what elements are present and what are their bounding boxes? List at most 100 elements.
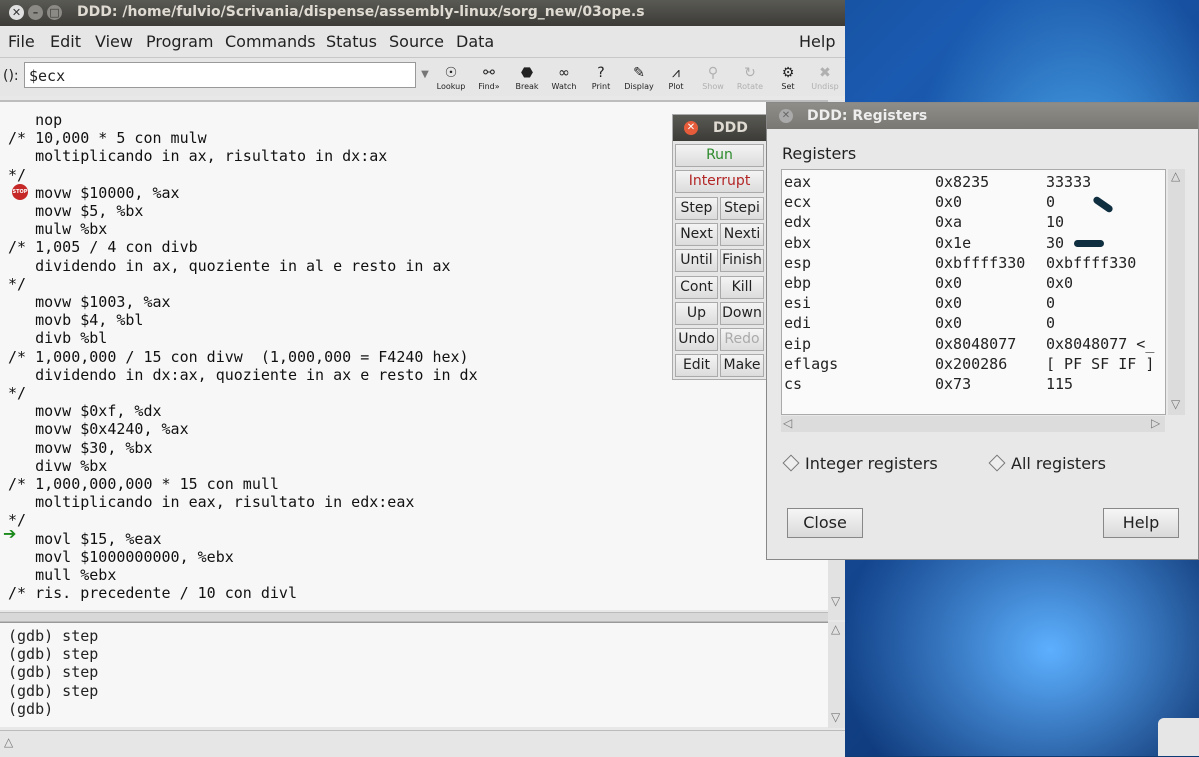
menu-view[interactable]: View [95, 32, 133, 51]
finish-button[interactable]: Finish [720, 249, 764, 273]
source-line[interactable]: movw $0x4240, %ax [8, 420, 189, 438]
source-line[interactable]: /* 1,000,000 / 15 con divw (1,000,000 = … [8, 348, 469, 366]
find-button[interactable]: ⚯ Find» [470, 64, 508, 94]
lookup-button[interactable]: ☉ Lookup [432, 64, 470, 94]
scroll-left-icon[interactable]: ◁ [783, 416, 792, 430]
scroll-up-icon[interactable]: △ [831, 622, 840, 636]
make-button[interactable]: Make [720, 354, 764, 378]
register-row[interactable]: edx 0xa 10 [784, 212, 1164, 232]
until-button[interactable]: Until [675, 249, 718, 273]
register-row[interactable]: esi 0x0 0 [784, 293, 1164, 313]
up-button[interactable]: Up [675, 301, 718, 325]
scroll-down-icon[interactable]: ▽ [1171, 397, 1180, 411]
source-line[interactable]: divw %bx [8, 457, 107, 475]
integer-registers-radio[interactable]: Integer registers [782, 454, 938, 473]
source-line[interactable]: /* ris. precedente / 10 con divl [8, 584, 297, 602]
help-button[interactable]: Help [1103, 508, 1179, 538]
source-line[interactable]: movl $1000000000, %ebx [8, 548, 234, 566]
close-window-icon[interactable]: ✕ [9, 5, 24, 20]
undo-button[interactable]: Undo [675, 328, 718, 351]
source-line[interactable]: movw $1003, %ax [8, 293, 170, 311]
register-row[interactable]: eip 0x8048077 0x8048077 <_ [784, 334, 1164, 354]
pane-separator[interactable] [0, 612, 828, 622]
register-row[interactable]: cs 0x73 115 [784, 374, 1164, 394]
menu-status[interactable]: Status [326, 32, 377, 51]
menu-file[interactable]: File [8, 32, 35, 51]
undisp-button[interactable]: ✖ Undisp [806, 64, 844, 94]
maximize-window-icon[interactable]: □ [47, 5, 62, 20]
next-button[interactable]: Next [675, 223, 718, 247]
menu-program[interactable]: Program [146, 32, 214, 51]
register-row[interactable]: ebx 0x1e 30 [784, 233, 1164, 253]
nexti-button[interactable]: Nexti [720, 223, 764, 247]
break-button[interactable]: ⬣ Break [508, 64, 546, 94]
plot-button[interactable]: ⩘ Plot [657, 64, 695, 94]
down-button[interactable]: Down [720, 301, 764, 325]
all-registers-radio[interactable]: All registers [988, 454, 1106, 473]
rotate-button[interactable]: ↻ Rotate [731, 64, 769, 94]
menu-data[interactable]: Data [456, 32, 494, 51]
source-line[interactable]: /* 1,000,000,000 * 15 con mull [8, 475, 279, 493]
menu-edit[interactable]: Edit [50, 32, 81, 51]
cont-button[interactable]: Cont [675, 275, 718, 299]
edit-button[interactable]: Edit [675, 354, 718, 378]
register-row[interactable]: ebp 0x0 0x0 [784, 273, 1164, 293]
argument-history-dropdown-icon[interactable]: ▼ [418, 62, 432, 88]
scroll-right-icon[interactable]: ▷ [1151, 416, 1160, 430]
scroll-down-icon[interactable]: ▽ [831, 710, 840, 724]
console-scrollbar[interactable]: △ ▽ [828, 622, 845, 728]
argument-toolbar: (): $ecx ▼ ☉ Lookup ⚯ Find» ⬣ Break ∞ Watch … [0, 58, 845, 96]
register-row[interactable]: eflags 0x200286 [ PF SF IF ] [784, 354, 1164, 374]
close-button[interactable]: Close [787, 508, 863, 538]
redo-button[interactable]: Redo [720, 328, 764, 351]
source-line[interactable]: divb %bl [8, 329, 107, 347]
source-line[interactable]: moltiplicando in eax, risultato in edx:e… [8, 493, 414, 511]
source-line[interactable]: movw $30, %bx [8, 439, 152, 457]
source-line[interactable]: movw $0xf, %dx [8, 402, 161, 420]
gdb-console[interactable]: (gdb) step (gdb) step (gdb) step (gdb) step… [0, 622, 828, 727]
registers-scrollbar[interactable]: △ ▽ [1168, 169, 1185, 415]
source-line[interactable]: movb $4, %bl [8, 311, 143, 329]
close-icon[interactable]: ✕ [779, 109, 793, 123]
set-button[interactable]: ⚙ Set [769, 64, 807, 94]
scroll-up-icon[interactable]: △ [1171, 169, 1180, 183]
source-line[interactable]: mulw %bx [8, 220, 107, 238]
source-line[interactable]: movw $10000, %ax [8, 184, 180, 202]
source-line[interactable]: */ [8, 511, 26, 529]
source-line[interactable]: dividendo in ax, quoziente in al e resto… [8, 257, 450, 275]
register-name: ecx [784, 193, 812, 212]
status-history-icon[interactable]: △ [4, 735, 13, 749]
close-icon[interactable]: ✕ [684, 121, 698, 135]
source-line[interactable]: */ [8, 275, 26, 293]
source-line[interactable]: mull %ebx [8, 566, 116, 584]
registers-horizontal-scrollbar[interactable]: ◁ ▷ [781, 416, 1165, 432]
interrupt-button[interactable]: Interrupt [675, 170, 764, 193]
register-row[interactable]: eax 0x8235 33333 [784, 172, 1164, 192]
register-row[interactable]: edi 0x0 0 [784, 313, 1164, 333]
source-line[interactable]: /* 10,000 * 5 con mulw [8, 129, 207, 147]
minimize-window-icon[interactable]: – [28, 5, 43, 20]
menu-commands[interactable]: Commands [225, 32, 316, 51]
show-button[interactable]: ⚲ Show [694, 64, 732, 94]
source-line[interactable]: dividendo in dx:ax, quoziente in ax e re… [8, 366, 478, 384]
source-line[interactable]: movw $5, %bx [8, 202, 143, 220]
step-button[interactable]: Step [675, 197, 718, 220]
source-line[interactable]: /* 1,005 / 4 con divb [8, 238, 198, 256]
stepi-button[interactable]: Stepi [720, 197, 764, 220]
menu-help[interactable]: Help [799, 32, 835, 51]
display-button[interactable]: ✎ Display [620, 64, 658, 94]
register-row[interactable]: esp 0xbffff330 0xbffff330 [784, 253, 1164, 273]
watch-button[interactable]: ∞ Watch [545, 64, 583, 94]
argument-input[interactable]: $ecx [24, 62, 416, 88]
kill-button[interactable]: Kill [720, 275, 764, 299]
scroll-down-icon[interactable]: ▽ [831, 594, 840, 608]
run-button[interactable]: Run [675, 144, 764, 167]
source-line[interactable]: nop [8, 111, 62, 129]
registers-list[interactable]: eax 0x8235 33333 ecx 0x0 0 edx 0xa 10 ebx 0x1e 30 es… [781, 169, 1166, 415]
source-line[interactable]: moltiplicando in ax, risultato in dx:ax [8, 147, 387, 165]
source-line[interactable]: movl $15, %eax [8, 530, 161, 548]
source-line[interactable]: */ [8, 384, 26, 402]
print-button[interactable]: ? Print [582, 64, 620, 94]
menu-source[interactable]: Source [389, 32, 444, 51]
source-line[interactable]: */ [8, 166, 26, 184]
